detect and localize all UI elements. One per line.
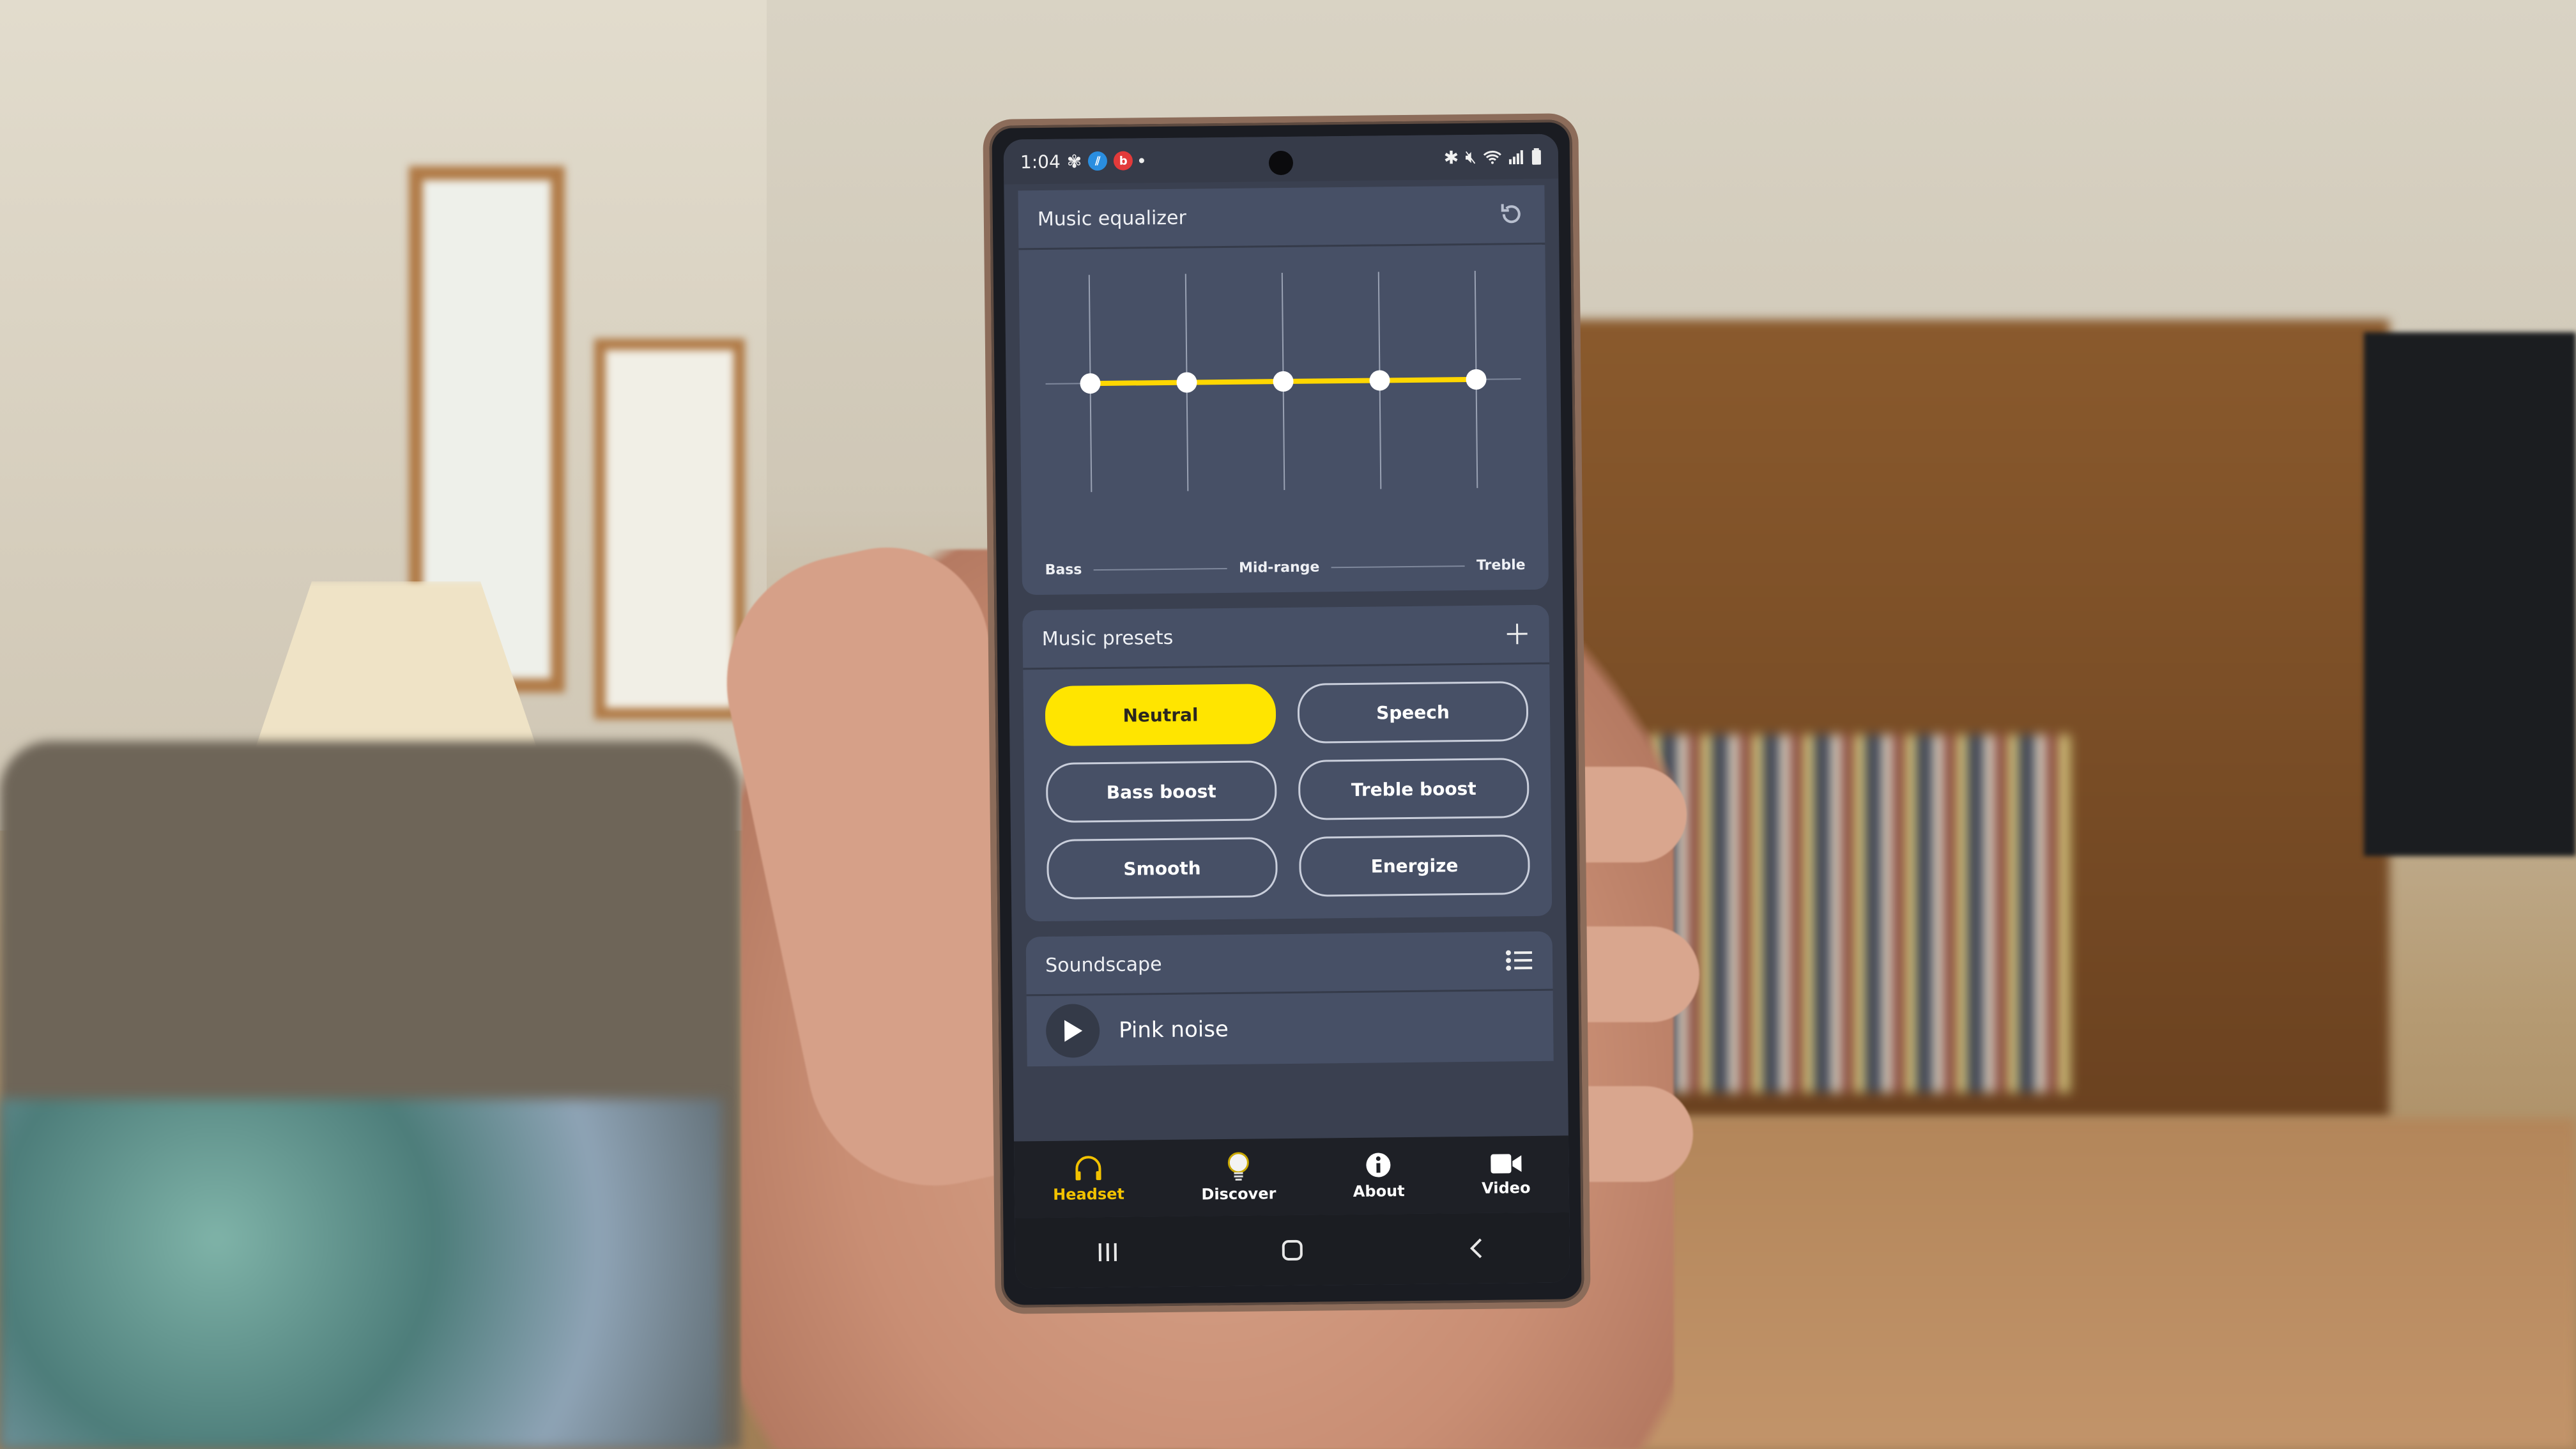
soundscape-title: Soundscape	[1045, 953, 1162, 977]
notification-dot	[1139, 158, 1145, 164]
equalizer-card: Music equalizer Bass Mid-range Treble	[1018, 185, 1549, 595]
nav-about[interactable]: About	[1353, 1151, 1405, 1200]
lightbulb-icon	[1227, 1152, 1249, 1181]
background-tv	[2364, 332, 2576, 856]
soundscape-card: Soundscape Pink noise	[1025, 931, 1554, 1067]
wifi-icon	[1483, 150, 1501, 164]
preset-treble-boost[interactable]: Treble boost	[1298, 758, 1529, 820]
eq-band-handle-5[interactable]	[1466, 369, 1487, 390]
presets-card: Music presets Neutral Speech Bass boost …	[1022, 604, 1552, 922]
eq-band-handle-1[interactable]	[1080, 373, 1101, 394]
equalizer-title: Music equalizer	[1037, 206, 1187, 231]
band-divider	[1331, 565, 1466, 568]
nav-headset[interactable]: Headset	[1052, 1154, 1124, 1204]
band-label-bass: Bass	[1045, 562, 1082, 578]
front-camera	[1268, 150, 1294, 176]
back-icon[interactable]	[1464, 1236, 1490, 1261]
preset-energize[interactable]: Energize	[1299, 834, 1530, 897]
system-nav	[1015, 1212, 1570, 1289]
recents-icon[interactable]	[1094, 1239, 1120, 1265]
background-blanket	[0, 1099, 722, 1449]
beats-icon: b	[1114, 151, 1133, 171]
nav-video-label: Video	[1482, 1179, 1531, 1197]
info-icon	[1366, 1153, 1391, 1177]
band-label-treble: Treble	[1476, 557, 1526, 574]
soundscape-header: Soundscape	[1025, 931, 1553, 997]
signal-icon	[1508, 150, 1524, 165]
eq-band-handle-4[interactable]	[1369, 370, 1390, 391]
reset-icon[interactable]	[1498, 200, 1526, 228]
battery-icon	[1531, 148, 1542, 165]
presets-header: Music presets	[1022, 604, 1550, 670]
presets-title: Music presets	[1041, 626, 1174, 650]
headset-icon	[1075, 1156, 1101, 1181]
preset-speech[interactable]: Speech	[1297, 681, 1529, 744]
mute-icon: 🔇︎	[1465, 146, 1477, 168]
preset-neutral[interactable]: Neutral	[1045, 684, 1276, 746]
equalizer-svg	[1045, 270, 1521, 493]
eq-band-handle-2[interactable]	[1176, 372, 1197, 393]
nav-headset-label: Headset	[1052, 1184, 1125, 1204]
app-notification-icon: ⫽	[1088, 151, 1108, 171]
plus-icon[interactable]	[1505, 621, 1530, 647]
background-window	[594, 339, 745, 719]
bluetooth-icon: ✱	[1443, 146, 1459, 168]
preset-smooth[interactable]: Smooth	[1046, 837, 1278, 900]
play-icon	[1064, 1020, 1083, 1042]
nav-video[interactable]: Video	[1482, 1152, 1531, 1197]
band-divider	[1093, 567, 1228, 571]
play-button[interactable]	[1045, 1004, 1100, 1058]
nav-discover[interactable]: Discover	[1201, 1151, 1276, 1203]
bottom-nav: Headset Discover About Video	[1013, 1135, 1570, 1218]
equalizer-header: Music equalizer	[1018, 185, 1545, 250]
equalizer-graph: Bass Mid-range Treble	[1018, 245, 1549, 595]
phone-screen: 1:04 ✾ ⫽ b ✱ 🔇︎ Music equalizer Bass Mid…	[1003, 134, 1570, 1289]
video-icon	[1490, 1154, 1522, 1174]
band-label-mid: Mid-range	[1238, 559, 1320, 576]
soundscape-row[interactable]: Pink noise	[1027, 991, 1554, 1067]
home-icon[interactable]	[1280, 1238, 1305, 1263]
nav-discover-label: Discover	[1201, 1184, 1276, 1204]
eq-band-handle-3[interactable]	[1273, 371, 1294, 392]
list-icon[interactable]	[1505, 949, 1533, 972]
preset-grid: Neutral Speech Bass boost Treble boost S…	[1023, 664, 1552, 922]
status-time: 1:04	[1020, 151, 1061, 172]
pinwheel-icon: ✾	[1066, 150, 1082, 172]
soundscape-current: Pink noise	[1118, 1016, 1229, 1043]
preset-bass-boost[interactable]: Bass boost	[1045, 760, 1277, 823]
phone: 1:04 ✾ ⫽ b ✱ 🔇︎ Music equalizer Bass Mid…	[983, 113, 1591, 1314]
nav-about-label: About	[1353, 1182, 1405, 1200]
